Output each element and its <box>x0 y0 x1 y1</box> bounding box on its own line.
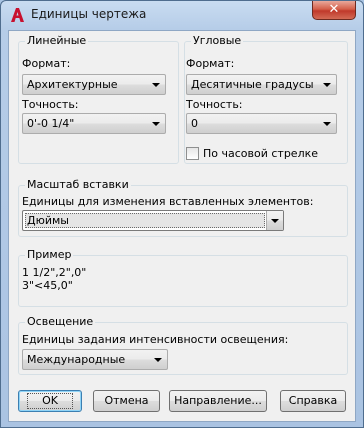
linear-precision-value: 0'-0 1/4" <box>27 117 75 130</box>
angular-format-label: Формат: <box>186 57 235 70</box>
angular-precision-value: 0 <box>191 117 198 130</box>
autocad-logo-icon <box>9 7 25 23</box>
chevron-down-icon <box>154 358 162 362</box>
window-title: Единицы чертежа <box>31 7 147 21</box>
insert-units-label: Единицы для изменения вставленных элемен… <box>22 195 314 208</box>
sample-line-1: 1 1/2",2",0" <box>22 266 87 279</box>
sample-line-2: 3"<45,0" <box>22 279 73 292</box>
close-button[interactable]: ✕ <box>312 1 356 20</box>
ok-button-label: OK <box>27 393 73 409</box>
cancel-button[interactable]: Отмена <box>93 390 160 412</box>
angular-format-select[interactable]: Десятичные градусы <box>186 74 337 95</box>
angular-precision-select[interactable]: 0 <box>186 113 337 134</box>
lighting-group-title: Освещение <box>25 315 96 328</box>
chevron-down-icon <box>323 83 331 87</box>
linear-precision-label: Точность: <box>22 98 79 111</box>
dialog-window: Единицы чертежа ✕ Линейные Формат: Архит… <box>0 0 364 428</box>
chevron-down-icon <box>152 122 160 126</box>
insert-units-select[interactable]: Дюймы <box>22 210 284 231</box>
linear-precision-select[interactable]: 0'-0 1/4" <box>22 113 166 134</box>
chevron-down-icon <box>323 122 331 126</box>
lighting-units-value: Международные <box>27 353 126 366</box>
chevron-down-icon <box>152 83 160 87</box>
clockwise-checkbox[interactable] <box>186 147 199 160</box>
linear-format-select[interactable]: Архитектурные <box>22 74 166 95</box>
insert-units-dropdown-button[interactable] <box>266 211 283 230</box>
clockwise-label[interactable]: По часовой стрелке <box>203 147 318 160</box>
sample-group-title: Пример <box>25 248 74 261</box>
linear-format-value: Архитектурные <box>27 78 118 91</box>
insert-units-value: Дюймы <box>27 214 69 227</box>
angular-precision-label: Точность: <box>186 98 243 111</box>
chevron-down-icon <box>271 219 279 223</box>
ok-button[interactable]: OK <box>18 390 82 412</box>
linear-format-label: Формат: <box>22 57 71 70</box>
help-button[interactable]: Справка <box>280 390 346 412</box>
angular-group-title: Угловые <box>191 34 244 47</box>
linear-group-title: Линейные <box>25 34 89 47</box>
insert-scale-group-title: Масштаб вставки <box>25 178 131 191</box>
title-bar[interactable]: Единицы чертежа ✕ <box>1 1 363 29</box>
angular-format-value: Десятичные градусы <box>191 78 314 91</box>
lighting-units-label: Единицы задания интенсивности освещения: <box>22 333 289 346</box>
lighting-units-select[interactable]: Международные <box>22 349 168 370</box>
dialog-body: Линейные Формат: Архитектурные Точность:… <box>8 30 356 422</box>
direction-button[interactable]: Направление... <box>169 390 267 412</box>
